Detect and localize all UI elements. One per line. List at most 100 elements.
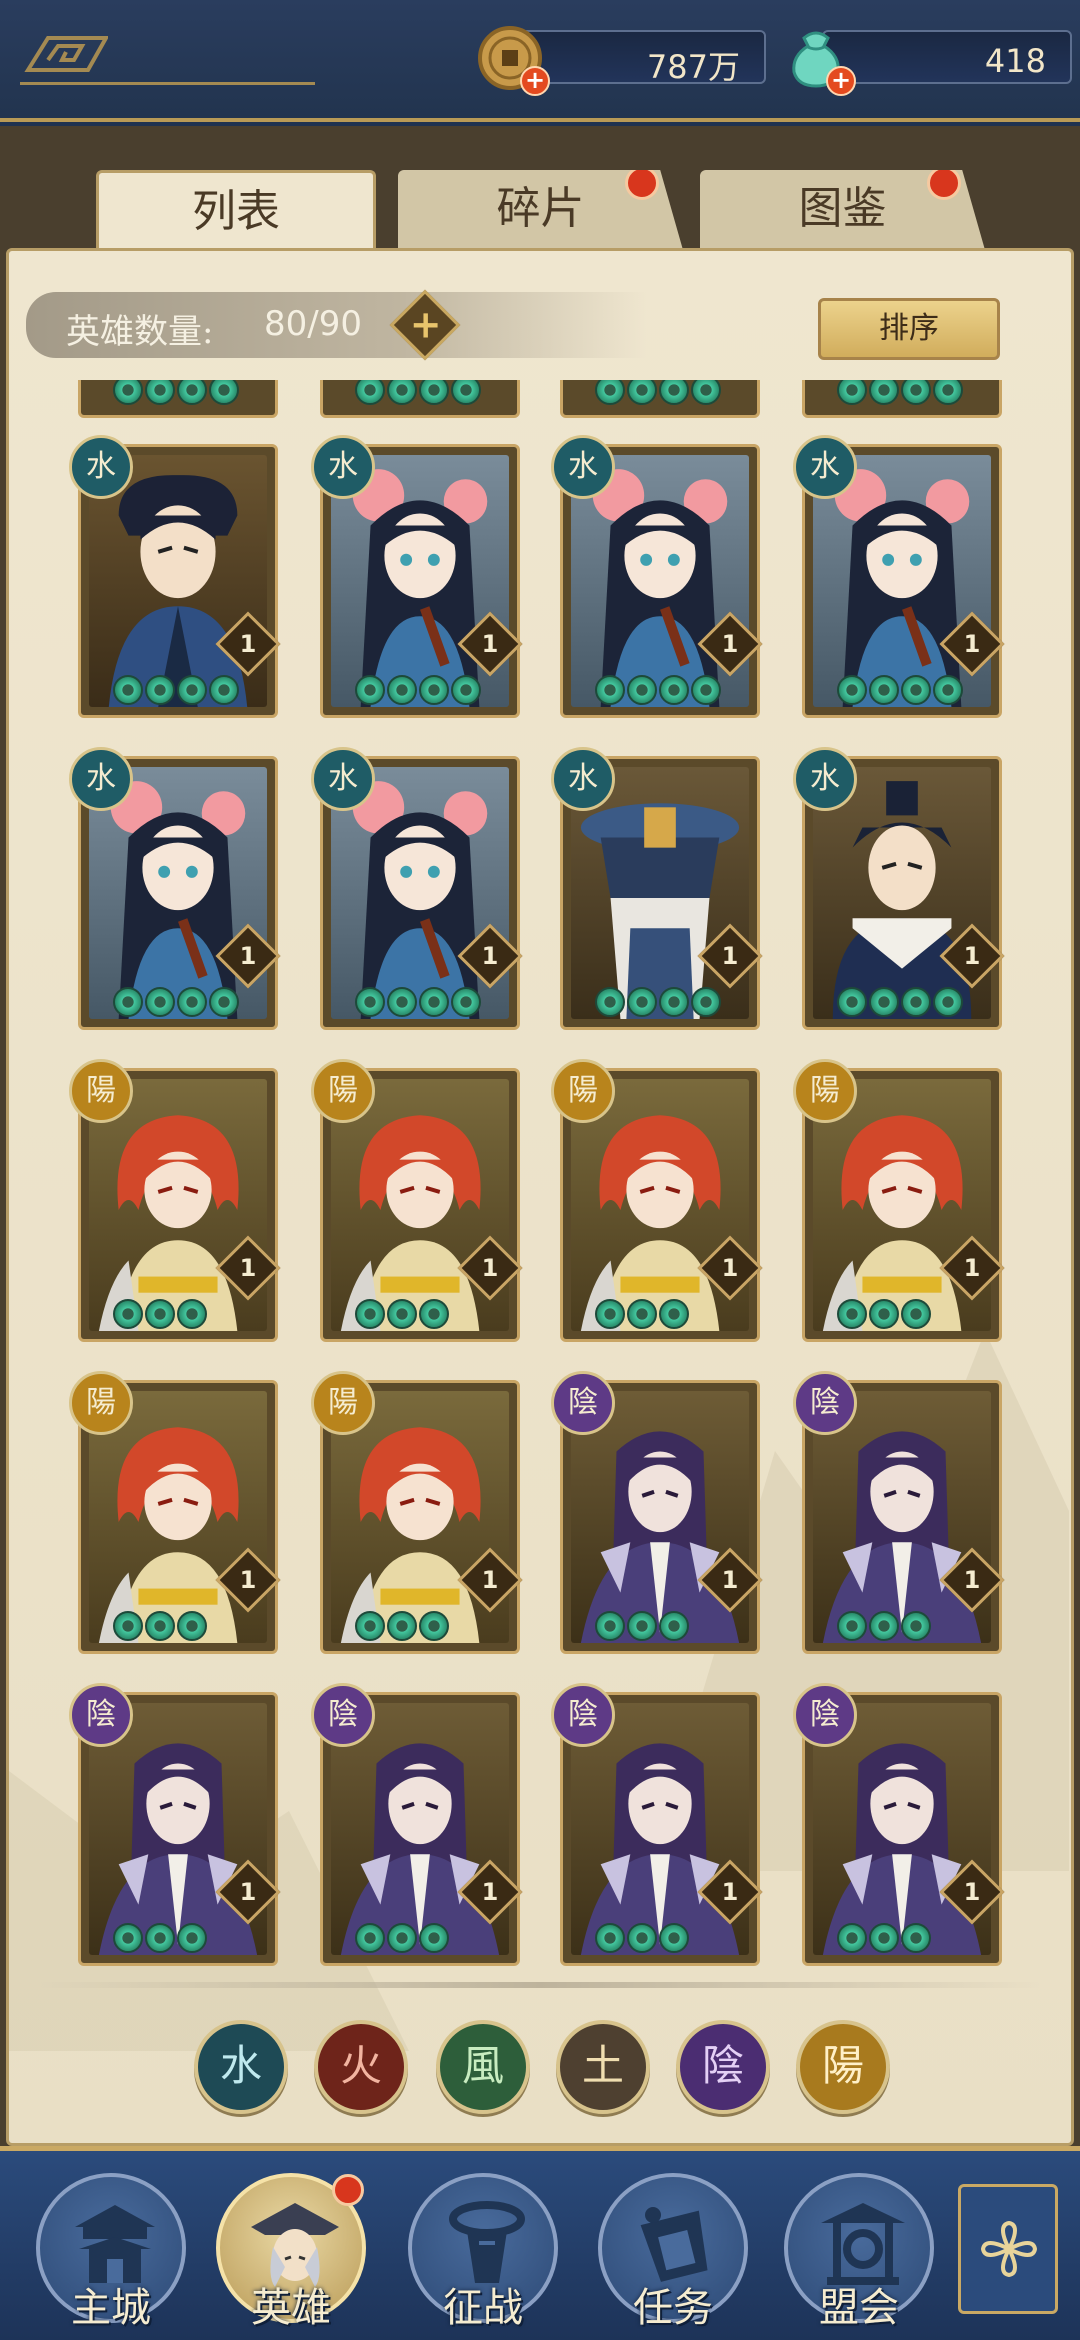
tab-list[interactable]: 列表 (96, 170, 376, 250)
star-icon (901, 1923, 931, 1953)
menu-logo-icon[interactable] (18, 30, 108, 86)
star-icon (419, 1611, 449, 1641)
element-yin-icon: 陰 (793, 1371, 857, 1435)
element-water-icon: 水 (793, 747, 857, 811)
tab-codex[interactable]: 图鉴 (700, 170, 985, 250)
hero-card[interactable]: 陽 1 (311, 1059, 523, 1342)
nav-main-city[interactable]: 主城 (36, 2173, 186, 2331)
hero-card[interactable]: 水 1 (551, 747, 763, 1030)
star-icon (901, 987, 931, 1017)
nav-heroes-badge (332, 2174, 364, 2206)
star-icon (209, 675, 239, 705)
expand-hero-slots-button[interactable]: + (389, 289, 461, 361)
battle-icon (449, 2201, 525, 2283)
star-icon (113, 1299, 143, 1329)
star-icon (387, 675, 417, 705)
hero-card[interactable]: 水 1 (551, 435, 763, 718)
element-yin-icon: 陰 (551, 1371, 615, 1435)
hero-card-partial[interactable] (560, 380, 760, 418)
nav-main-city-label: 主城 (71, 2285, 151, 2331)
star-icon (113, 1923, 143, 1953)
star-icon (177, 987, 207, 1017)
filter-yin-button[interactable]: 陰 (676, 2020, 770, 2114)
star-icon (451, 675, 481, 705)
hero-card[interactable]: 水 1 (793, 435, 1005, 718)
element-yang-icon: 陽 (793, 1059, 857, 1123)
hero-card[interactable]: 陽 1 (69, 1059, 281, 1342)
star-icon (659, 675, 689, 705)
hero-card[interactable]: 水 1 (69, 747, 281, 1030)
hero-level: 1 (481, 1254, 499, 1282)
hero-card[interactable]: 水 1 (69, 435, 281, 718)
star-rating (837, 1299, 931, 1329)
jade-bar: 418 (822, 30, 1072, 84)
star-icon (419, 987, 449, 1017)
nav-more-button[interactable] (958, 2184, 1058, 2314)
tab-fragments[interactable]: 碎片 (398, 170, 683, 250)
hero-card[interactable]: 陽 1 (793, 1059, 1005, 1342)
hero-card-partial[interactable] (320, 380, 520, 418)
hero-card[interactable]: 陰 1 (551, 1371, 763, 1654)
hero-card[interactable]: 陰 1 (551, 1683, 763, 1966)
hero-card[interactable]: 陽 1 (311, 1371, 523, 1654)
element-yin-icon: 陰 (311, 1683, 375, 1747)
plus-icon: + (409, 302, 442, 347)
jade-add-button[interactable]: + (826, 66, 856, 96)
hero-card-partial[interactable] (78, 380, 278, 418)
hero-level: 1 (721, 942, 739, 970)
star-icon (355, 1611, 385, 1641)
star-icon (837, 1923, 867, 1953)
bottom-nav: 主城 英雄 征战 任务 盟会 (0, 2146, 1080, 2340)
element-water-icon: 水 (551, 435, 615, 499)
star-icon (419, 675, 449, 705)
nav-guild[interactable]: 盟会 (784, 2173, 934, 2331)
coin-add-button[interactable]: + (520, 66, 550, 96)
star-icon (869, 987, 899, 1017)
star-icon (387, 1611, 417, 1641)
star-icon (595, 1299, 625, 1329)
star-rating (355, 675, 481, 705)
hero-card[interactable]: 陽 1 (551, 1059, 763, 1342)
hero-grid[interactable]: 水 1 水 1 水 1 水 1 水 1 水 1 水 1 水 1 陽 1 陽 1 … (0, 380, 1080, 1980)
filter-earth-button[interactable]: 土 (556, 2020, 650, 2114)
sort-button[interactable]: 排序 (818, 298, 1000, 360)
hero-card[interactable]: 水 1 (311, 435, 523, 718)
nav-battle-label: 征战 (443, 2285, 523, 2331)
hero-card[interactable]: 陰 1 (793, 1683, 1005, 1966)
star-icon (209, 987, 239, 1017)
hero-card[interactable]: 陽 1 (69, 1371, 281, 1654)
star-icon (659, 987, 689, 1017)
hero-level: 1 (481, 630, 499, 658)
filter-fire-button[interactable]: 火 (314, 2020, 408, 2114)
hero-card[interactable]: 陰 1 (311, 1683, 523, 1966)
star-icon (901, 675, 931, 705)
jade-counter[interactable]: 418 + (782, 24, 1072, 96)
filter-wind-button[interactable]: 風 (436, 2020, 530, 2114)
star-icon (869, 1611, 899, 1641)
element-water-icon: 水 (69, 747, 133, 811)
star-icon (627, 1611, 657, 1641)
star-rating (837, 675, 963, 705)
hero-card-partial[interactable] (802, 380, 1002, 418)
nav-tasks[interactable]: 任务 (598, 2173, 748, 2331)
hero-level: 1 (721, 1254, 739, 1282)
grid-divider (40, 1982, 1040, 1988)
jade-value: 418 (984, 42, 1046, 80)
star-icon (145, 987, 175, 1017)
hero-level: 1 (963, 1254, 981, 1282)
star-icon (419, 1923, 449, 1953)
filter-water-button[interactable]: 水 (194, 2020, 288, 2114)
coin-counter[interactable]: 787万 + (476, 24, 766, 96)
hero-card[interactable]: 陰 1 (69, 1683, 281, 1966)
hero-card[interactable]: 水 1 (793, 747, 1005, 1030)
filter-yang-button[interactable]: 陽 (796, 2020, 890, 2114)
star-icon (627, 987, 657, 1017)
nav-battle[interactable]: 征战 (408, 2173, 558, 2331)
tab-list-label: 列表 (192, 186, 280, 237)
hero-card[interactable]: 水 1 (311, 747, 523, 1030)
coin-bar: 787万 (516, 30, 766, 86)
hero-card[interactable]: 陰 1 (793, 1371, 1005, 1654)
star-icon (113, 675, 143, 705)
star-icon (145, 1923, 175, 1953)
star-rating (113, 380, 239, 405)
